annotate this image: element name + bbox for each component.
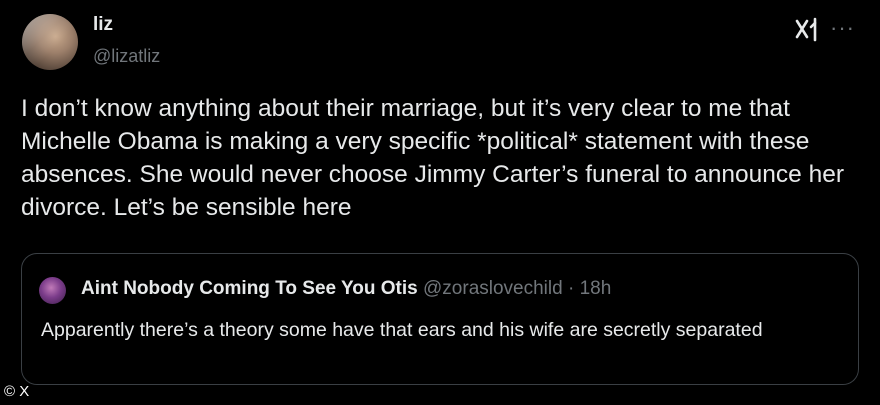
image-credit: © X: [4, 383, 30, 400]
quote-text: Apparently there’s a theory some have th…: [41, 319, 763, 341]
quote-handle[interactable]: @zoraslovechild: [423, 278, 563, 299]
quote-avatar[interactable]: [39, 277, 66, 304]
author-handle[interactable]: @lizatliz: [93, 46, 160, 67]
quote-separator: ·: [567, 278, 575, 299]
quote-display-name[interactable]: Aint Nobody Coming To See You Otis: [81, 278, 418, 299]
quote-timestamp[interactable]: 18h: [580, 278, 612, 299]
avatar-image: [22, 14, 78, 70]
quote-header: Aint Nobody Coming To See You Otis @zora…: [81, 278, 611, 300]
grok-icon[interactable]: [793, 16, 821, 44]
quoted-tweet[interactable]: Aint Nobody Coming To See You Otis @zora…: [21, 253, 859, 385]
author-avatar[interactable]: [22, 14, 78, 70]
more-icon[interactable]: ···: [830, 17, 855, 39]
tweet-text: I don’t know anything about their marria…: [21, 95, 845, 221]
author-display-name[interactable]: liz: [93, 14, 113, 36]
